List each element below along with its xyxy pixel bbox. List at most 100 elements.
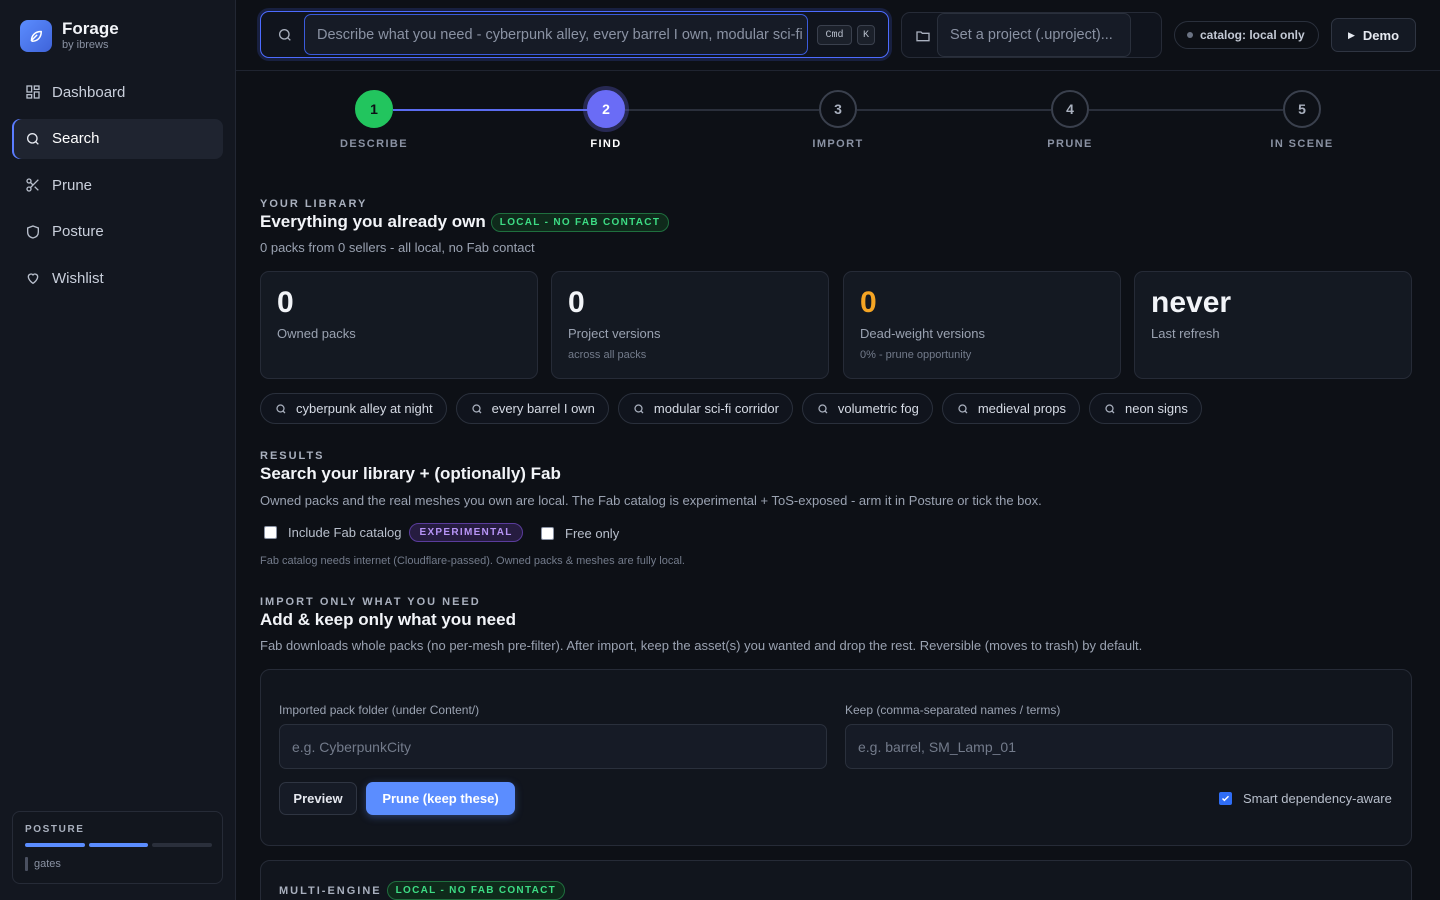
include-fab-option[interactable]: Include Fab catalog EXPERIMENTAL	[264, 523, 523, 542]
catalog-status-label: catalog: local only	[1200, 28, 1305, 42]
suggestion-chip[interactable]: every barrel I own	[455, 393, 609, 424]
step-connector	[625, 109, 819, 111]
library-title-text: Everything you already own	[260, 212, 486, 231]
demo-button[interactable]: ▶ Demo	[1331, 18, 1416, 52]
search-icon	[957, 403, 969, 415]
sidebar-item-prune[interactable]: Prune	[12, 165, 223, 205]
experimental-badge: EXPERIMENTAL	[409, 523, 523, 542]
posture-card[interactable]: POSTURE gates	[12, 811, 223, 884]
project-input[interactable]	[937, 13, 1131, 57]
step-4-label: PRUNE	[1047, 138, 1093, 150]
stat-label: Project versions	[568, 326, 661, 341]
sidebar-item-label: Dashboard	[52, 83, 126, 101]
stat-value: 0	[277, 286, 294, 319]
stat-last-refresh: never Last refresh	[1134, 271, 1412, 379]
posture-gates-label: gates	[34, 858, 61, 870]
posture-progress	[25, 843, 213, 847]
search-icon	[471, 403, 483, 415]
step-1-label: DESCRIBE	[339, 138, 409, 150]
project-picker	[901, 12, 1162, 58]
search-icon	[25, 131, 41, 147]
pack-folder-input[interactable]	[279, 724, 827, 769]
smart-dependency-checkbox[interactable]	[1219, 792, 1232, 805]
sidebar-item-posture[interactable]: Posture	[12, 212, 223, 252]
posture-segment	[25, 843, 85, 847]
chip-label: medieval props	[977, 401, 1066, 416]
multi-engine-header: MULTI-ENGINE LOCAL - NO FAB CONTACT	[279, 881, 566, 900]
import-description: Fab downloads whole packs (no per-mesh p…	[260, 638, 1143, 653]
stat-label: Owned packs	[277, 326, 356, 341]
search-icon	[817, 403, 829, 415]
results-title: Search your library + (optionally) Fab	[260, 464, 561, 483]
chip-label: modular sci-fi corridor	[653, 401, 779, 416]
free-only-label: Free only	[565, 526, 620, 541]
posture-segment	[88, 843, 149, 847]
suggestion-chip[interactable]: cyberpunk alley at night	[260, 393, 447, 424]
sidebar-item-label: Wishlist	[52, 269, 104, 287]
folder-field-label: Imported pack folder (under Content/)	[279, 703, 480, 717]
fab-note: Fab catalog needs internet (Cloudflare-p…	[260, 555, 685, 567]
search-bar: Cmd K	[260, 11, 889, 58]
sidebar-item-label: Search	[52, 130, 100, 147]
sidebar-item-search[interactable]: Search	[12, 118, 223, 159]
stat-project-versions: 0 Project versions across all packs	[551, 271, 829, 379]
forage-logo-icon	[20, 19, 52, 52]
step-1-circle[interactable]: 1	[355, 90, 393, 128]
prune-panel: Imported pack folder (under Content/) Ke…	[260, 669, 1412, 846]
step-5-label: IN SCENE	[1270, 138, 1334, 150]
step-5-circle[interactable]: 5	[1283, 90, 1321, 128]
folder-icon[interactable]	[915, 28, 931, 44]
include-fab-checkbox[interactable]	[264, 526, 277, 539]
step-connector	[857, 109, 1051, 111]
library-eyebrow: YOUR LIBRARY	[260, 198, 368, 210]
brand-subtitle: by ibrews	[62, 39, 109, 51]
search-input[interactable]	[304, 14, 808, 55]
suggestion-chip[interactable]: medieval props	[941, 393, 1080, 424]
preview-button[interactable]: Preview	[279, 782, 357, 815]
keep-field-label: Keep (comma-separated names / terms)	[845, 703, 1061, 717]
sidebar-nav: Dashboard Search Prune Posture Wishlist	[12, 72, 223, 305]
catalog-status-badge[interactable]: catalog: local only	[1174, 21, 1319, 49]
stat-detail: across all packs	[568, 349, 647, 361]
search-icon	[277, 27, 293, 43]
progress-stepper: 1 2 3 4 5 DESCRIBE FIND IMPORT PRUNE IN …	[236, 72, 1440, 162]
library-title: Everything you already own LOCAL - NO FA…	[260, 212, 670, 232]
heart-icon	[25, 270, 41, 286]
import-title: Add & keep only what you need	[260, 610, 516, 629]
sidebar-item-wishlist[interactable]: Wishlist	[12, 258, 223, 298]
local-badge: LOCAL - NO FAB CONTACT	[490, 212, 670, 232]
free-only-option[interactable]: Free only	[541, 526, 619, 541]
step-connector	[393, 109, 605, 111]
step-4-circle[interactable]: 4	[1051, 90, 1089, 128]
free-only-checkbox[interactable]	[541, 527, 554, 540]
step-2-circle[interactable]: 2	[587, 90, 625, 128]
shield-icon	[25, 224, 41, 240]
posture-title: POSTURE	[25, 824, 85, 835]
step-3-circle[interactable]: 3	[819, 90, 857, 128]
brand[interactable]: Forage by ibrews	[20, 19, 119, 52]
search-icon	[275, 403, 287, 415]
posture-segment	[152, 843, 213, 847]
suggestion-chip[interactable]: modular sci-fi corridor	[617, 393, 793, 424]
step-connector	[1089, 109, 1283, 111]
chip-label: volumetric fog	[837, 401, 919, 416]
sidebar-item-dashboard[interactable]: Dashboard	[12, 72, 223, 112]
chip-label: cyberpunk alley at night	[296, 401, 433, 416]
prune-button[interactable]: Prune (keep these)	[366, 782, 515, 815]
posture-gates: gates	[25, 857, 61, 871]
include-fab-label: Include Fab catalog	[288, 525, 402, 540]
import-eyebrow: IMPORT ONLY WHAT YOU NEED	[260, 596, 481, 608]
demo-button-label: Demo	[1362, 27, 1400, 43]
brand-name: Forage	[62, 19, 119, 38]
smart-dependency-option[interactable]: Smart dependency-aware	[1219, 791, 1392, 806]
grid-icon	[25, 84, 41, 100]
stat-label: Last refresh	[1151, 326, 1220, 341]
search-icon	[1104, 403, 1116, 415]
stat-value: 0	[568, 286, 585, 319]
local-badge: LOCAL - NO FAB CONTACT	[386, 881, 566, 900]
suggestion-chip[interactable]: volumetric fog	[801, 393, 933, 424]
multi-engine-panel: MULTI-ENGINE LOCAL - NO FAB CONTACT	[260, 860, 1412, 900]
suggestion-chip[interactable]: neon signs	[1088, 393, 1202, 424]
keep-terms-input[interactable]	[845, 724, 1393, 769]
smart-dependency-label: Smart dependency-aware	[1243, 791, 1392, 806]
